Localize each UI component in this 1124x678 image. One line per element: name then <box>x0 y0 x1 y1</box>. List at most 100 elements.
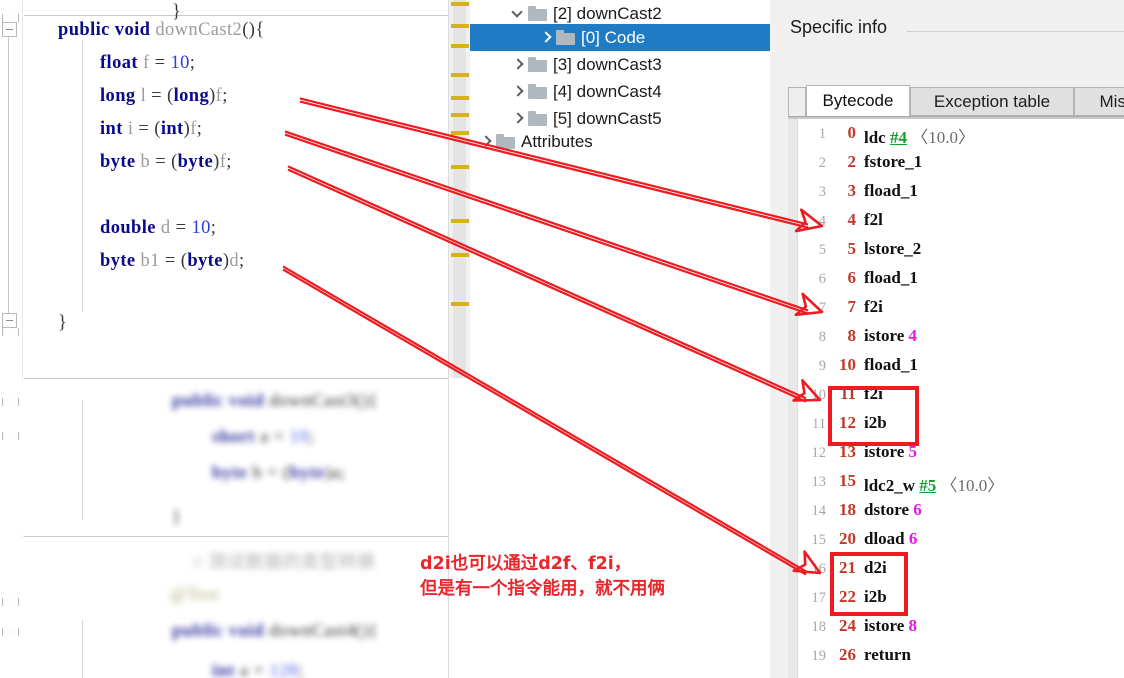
bytecode-row[interactable]: 2 2 fstore_1 <box>788 148 1124 177</box>
stripe-marker-7[interactable] <box>451 165 469 169</box>
chevron-right-icon[interactable] <box>510 111 526 127</box>
bytecode-offset: 21 <box>839 558 856 577</box>
code-token: = <box>149 53 171 73</box>
bytecode-row[interactable]: 10 11 f2i <box>788 380 1124 409</box>
bytecode-offset: 15 <box>839 471 856 490</box>
stripe-marker-1[interactable] <box>451 24 469 28</box>
bytecode-row[interactable]: 4 4 f2l <box>788 206 1124 235</box>
bytecode-row[interactable]: 19 26 return <box>788 641 1124 670</box>
bytecode-instruction: fload_1 <box>864 181 918 200</box>
bytecode-line-number: 12 <box>811 445 827 461</box>
code-token: ; <box>239 251 245 271</box>
stripe-marker-5[interactable] <box>451 113 469 117</box>
stripe-marker-10[interactable] <box>451 302 469 306</box>
blurred-code-2-line-0: // 测试数据的类型转换 <box>192 552 376 572</box>
bytecode-offset: 20 <box>839 529 856 548</box>
bytecode-row[interactable]: 1 0 ldc #4 〈10.0〉 <box>788 119 1124 148</box>
code-token: = ( <box>150 152 178 172</box>
code-line-6: double d = 10; <box>100 218 216 239</box>
bytecode-row[interactable]: 15 20 dload 6 <box>788 525 1124 554</box>
bytecode-row[interactable]: 12 13 istore 5 <box>788 438 1124 467</box>
bytecode-row[interactable]: 6 6 fload_1 <box>788 264 1124 293</box>
chevron-right-icon[interactable] <box>510 57 526 73</box>
folder-icon <box>528 6 547 21</box>
bytecode-row[interactable]: 16 21 d2i <box>788 554 1124 583</box>
bytecode-offset: 7 <box>847 297 857 316</box>
bytecode-instruction: f2l <box>864 210 883 229</box>
code-token: b <box>140 152 151 172</box>
bytecode-row[interactable]: 3 3 fload_1 <box>788 177 1124 206</box>
stripe-marker-8[interactable] <box>451 219 469 223</box>
fold-arrow-blur-4[interactable] <box>2 628 19 636</box>
bytecode-row[interactable]: 7 7 f2i <box>788 293 1124 322</box>
chevron-down-icon[interactable] <box>510 6 526 22</box>
code-token: } <box>172 2 182 22</box>
bytecode-offset: 8 <box>847 326 857 345</box>
tree-item-2-downcast2[interactable]: [2] downCast2 <box>470 0 770 27</box>
code-editor-pane[interactable]: } public void downCast2(){float f = 10; lo… <box>0 0 470 678</box>
bytecode-row[interactable]: 8 8 istore 4 <box>788 322 1124 351</box>
editor-gutter[interactable] <box>0 0 23 678</box>
stripe-marker-0[interactable] <box>451 2 469 6</box>
tab-bytecode[interactable]: Bytecode <box>806 85 910 117</box>
bytecode-offset: 10 <box>839 355 856 374</box>
tree-item-4-downcast4[interactable]: [4] downCast4 <box>470 78 770 105</box>
bytecode-line-number: 1 <box>818 126 826 142</box>
bytecode-offset: 3 <box>847 181 857 200</box>
editor-separator-bottom <box>24 536 454 537</box>
fold-arrow-blur-1[interactable] <box>2 398 19 406</box>
bytecode-instruction: f2i <box>864 384 883 403</box>
bytecode-instruction: d2i <box>864 558 887 577</box>
chevron-right-icon[interactable] <box>510 84 526 100</box>
fold-arrow-bottom[interactable] <box>2 328 19 336</box>
fold-arrow-blur-2[interactable] <box>2 432 19 440</box>
bytecode-offset: 2 <box>847 152 857 171</box>
stripe-marker-4[interactable] <box>451 96 469 100</box>
folder-icon <box>528 111 547 126</box>
stripe-marker-2[interactable] <box>451 44 469 48</box>
chevron-right-icon[interactable] <box>538 30 554 46</box>
stripe-marker-3[interactable] <box>451 73 469 77</box>
bytecode-instruction: ldc2_w #5 〈10.0〉 <box>864 476 1005 495</box>
bytecode-local-index: 6 <box>913 500 922 519</box>
bytecode-row[interactable]: 13 15 ldc2_w #5 〈10.0〉 <box>788 467 1124 496</box>
bytecode-row[interactable]: 5 5 lstore_2 <box>788 235 1124 264</box>
bytecode-listing[interactable]: 1 0 ldc #4 〈10.0〉 2 2 fstore_1 3 3 fload_1 4 4 f2l 5… <box>788 119 1124 678</box>
bytecode-instruction: fload_1 <box>864 268 918 287</box>
indent-guide <box>82 40 83 312</box>
code-token: long <box>173 86 210 106</box>
code-token: } <box>58 313 68 333</box>
bytecode-row[interactable]: 11 12 i2b <box>788 409 1124 438</box>
bytecode-row[interactable]: 14 18 dstore 6 <box>788 496 1124 525</box>
code-token: = ( <box>159 251 188 271</box>
info-tab-strip[interactable]: BytecodeException tableMisc <box>788 85 1124 117</box>
fold-arrow-top[interactable] <box>2 14 19 22</box>
tab-strip-leading-pad <box>788 87 806 116</box>
bytecode-line-number: 4 <box>818 213 826 229</box>
tab-misc[interactable]: Misc <box>1074 87 1124 116</box>
tab-exception-table[interactable]: Exception table <box>910 87 1074 116</box>
stripe-marker-6[interactable] <box>451 131 469 135</box>
folder-icon <box>528 57 547 72</box>
folder-icon <box>556 30 575 45</box>
stripe-marker-9[interactable] <box>451 253 469 257</box>
blurred-code-1-line-2: byte b = (byte)a; <box>212 462 346 482</box>
bytecode-instruction: f2i <box>864 297 883 316</box>
code-token: d <box>160 218 171 238</box>
code-line-4: int i = (int)f; <box>100 119 202 140</box>
fold-arrow-blur-3[interactable] <box>2 598 19 606</box>
tree-item-attributes[interactable]: Attributes <box>470 128 770 155</box>
code-token: byte <box>100 251 136 271</box>
bytecode-row[interactable]: 18 24 istore 8 <box>788 612 1124 641</box>
fold-marker-method-end[interactable] <box>2 313 17 328</box>
tree-item-3-downcast3[interactable]: [3] downCast3 <box>470 51 770 78</box>
bytecode-row[interactable]: 9 10 fload_1 <box>788 351 1124 380</box>
chevron-right-icon[interactable] <box>478 134 494 150</box>
code-token: ; <box>189 53 196 73</box>
blurred-code-2-line-3: int a = 128; <box>212 660 304 678</box>
fold-marker-method[interactable] <box>2 22 17 37</box>
bytecode-row[interactable]: 17 22 i2b <box>788 583 1124 612</box>
code-line-1: public void downCast2(){ <box>58 20 265 41</box>
tree-item-0-code[interactable]: [0] Code <box>470 24 770 51</box>
code-token: d <box>229 251 240 271</box>
